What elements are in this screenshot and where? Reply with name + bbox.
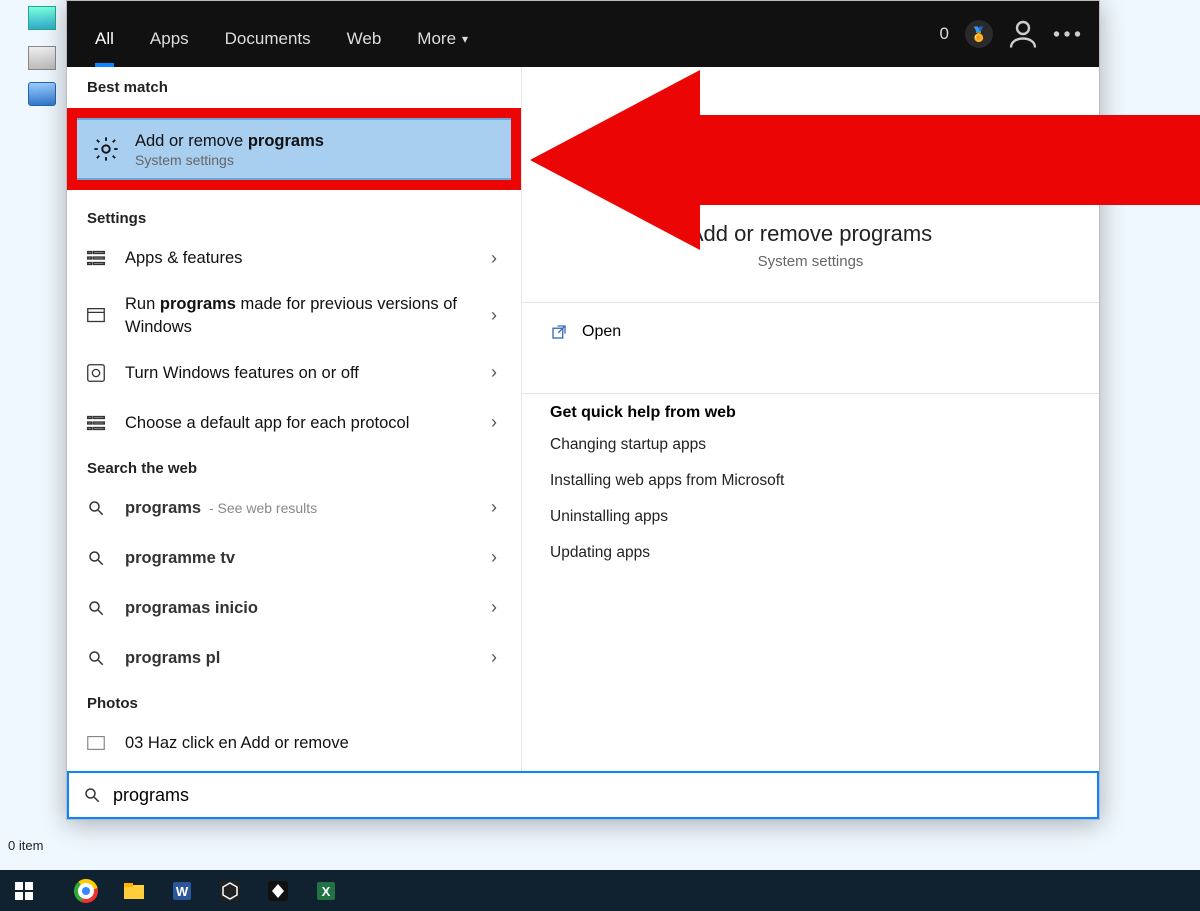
explorer-status-text: 0 item [8,838,43,853]
result-title: programme tv [125,547,473,569]
web-result[interactable]: programas inicio › [67,583,521,633]
rewards-icon[interactable]: 🏅 [961,16,997,52]
search-icon [81,593,111,623]
default-apps-icon [81,408,111,438]
photo-result[interactable]: 03 Haz click en Add or remove [67,718,521,768]
web-result[interactable]: programs - See web results › [67,483,521,533]
search-icon [81,643,111,673]
chevron-right-icon[interactable]: › [487,597,501,618]
desktop: 0 item All Apps Documents Web More ▾ 0 🏅 [0,0,1200,911]
taskbar-chrome-icon[interactable] [62,870,110,911]
quick-help-link[interactable]: Changing startup apps [550,436,1071,454]
section-settings: Settings [67,198,521,233]
result-windows-features[interactable]: Turn Windows features on or off › [67,348,521,398]
chevron-right-icon[interactable]: › [487,497,501,518]
result-title: 03 Haz click en Add or remove [125,732,501,754]
desktop-icon[interactable] [28,82,56,106]
chevron-right-icon[interactable]: › [487,547,501,568]
quick-help-link[interactable]: Installing web apps from Microsoft [550,472,1071,490]
result-title: Turn Windows features on or off [125,362,473,384]
search-body: Best match Add or remove programs System… [67,67,1099,771]
start-button[interactable] [0,870,48,911]
chevron-right-icon[interactable]: › [487,647,501,668]
web-result[interactable]: programme tv › [67,533,521,583]
taskbar-explorer-icon[interactable] [110,870,158,911]
features-icon [81,358,111,388]
result-title: programs - See web results [125,497,473,519]
desktop-icon[interactable] [28,6,56,30]
search-icon [81,493,111,523]
gear-icon [769,121,853,205]
tab-all[interactable]: All [81,1,128,67]
result-title: programas inicio [125,597,473,619]
taskbar-unity-icon[interactable] [254,870,302,911]
search-icon [83,786,101,804]
annotation-highlight-box: Add or remove programs System settings [67,108,521,190]
open-label: Open [582,323,621,341]
image-icon [81,728,111,758]
window-icon [81,301,111,331]
rewards-count: 0 [940,24,949,44]
search-panel: All Apps Documents Web More ▾ 0 🏅 Best [66,0,1100,820]
result-subtitle: System settings [135,152,491,168]
chevron-down-icon: ▾ [462,32,468,46]
divider [522,393,1099,394]
result-title: Run programs made for previous versions … [125,293,473,338]
account-icon[interactable] [1005,16,1041,52]
result-title: Choose a default app for each protocol [125,412,473,434]
section-photos: Photos [67,683,521,718]
chevron-right-icon[interactable]: › [487,305,501,326]
preview-title: Add or remove programs [550,221,1071,247]
preview-pane: Add or remove programs System settings O… [522,67,1099,771]
list-icon [81,243,111,273]
taskbar: W X [0,870,1200,911]
quick-help-link[interactable]: Uninstalling apps [550,508,1071,526]
gear-icon [91,134,121,164]
tab-web[interactable]: Web [333,1,396,67]
open-action[interactable]: Open [550,303,1071,361]
tab-more[interactable]: More ▾ [403,1,482,67]
web-result[interactable]: programs pl › [67,633,521,683]
taskbar-excel-icon[interactable]: X [302,870,350,911]
desktop-icon[interactable] [28,46,56,70]
search-input[interactable] [113,785,1083,806]
tab-apps[interactable]: Apps [136,1,203,67]
result-apps-features[interactable]: Apps & features › [67,233,521,283]
open-icon [550,323,568,341]
result-title: programs pl [125,647,473,669]
more-options-icon[interactable] [1049,16,1085,52]
search-icon [81,543,111,573]
taskbar-unity-hub-icon[interactable] [206,870,254,911]
section-search-web: Search the web [67,448,521,483]
result-add-remove-programs[interactable]: Add or remove programs System settings [77,118,511,180]
quick-help-heading: Get quick help from web [550,404,1071,422]
search-bar[interactable] [67,771,1099,819]
tab-more-label: More [417,29,456,49]
result-title: Add or remove programs [135,130,491,152]
search-header: All Apps Documents Web More ▾ 0 🏅 [67,1,1099,67]
chevron-right-icon[interactable]: › [487,362,501,383]
preview-subtitle: System settings [550,253,1071,270]
chevron-right-icon[interactable]: › [487,248,501,269]
quick-help-link[interactable]: Updating apps [550,544,1071,562]
results-column: Best match Add or remove programs System… [67,67,522,771]
tab-documents[interactable]: Documents [211,1,325,67]
result-run-programs-compat[interactable]: Run programs made for previous versions … [67,283,521,348]
svg-text:X: X [322,884,331,899]
svg-text:W: W [176,884,189,899]
taskbar-word-icon[interactable]: W [158,870,206,911]
chevron-right-icon[interactable]: › [487,412,501,433]
result-default-app-protocol[interactable]: Choose a default app for each protocol › [67,398,521,448]
result-title: Apps & features [125,247,473,269]
section-best-match: Best match [67,67,521,102]
